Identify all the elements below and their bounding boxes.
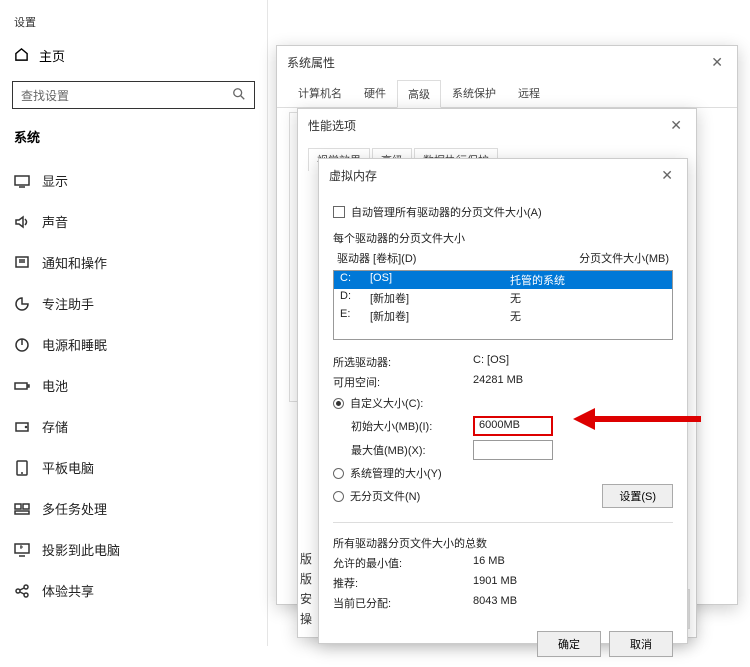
custom-size-radio[interactable]: 自定义大小(C): [333, 392, 673, 414]
radio-icon [333, 398, 344, 409]
checkbox-icon [333, 206, 345, 218]
home-nav[interactable]: 主页 [0, 36, 267, 75]
nav-display[interactable]: 显示 [0, 160, 267, 201]
radio-icon [333, 491, 344, 502]
close-icon[interactable]: ✕ [657, 167, 677, 184]
max-size-label: 最大值(MB)(X): [351, 442, 463, 458]
totals-group: 所有驱动器分页文件大小的总数 允许的最小值:16 MB 推荐:1901 MB 当… [333, 522, 673, 613]
search-input[interactable]: 查找设置 [12, 81, 255, 109]
virtmem-title: 虚拟内存 [329, 167, 377, 184]
sound-icon [14, 214, 30, 230]
tab-advanced[interactable]: 高级 [397, 80, 441, 108]
close-icon[interactable]: ✕ [666, 117, 686, 134]
notifications-icon [14, 255, 30, 271]
nav-tablet[interactable]: 平板电脑 [0, 447, 267, 488]
shared-icon [14, 583, 30, 599]
battery-icon [14, 378, 30, 394]
nav-multitask[interactable]: 多任务处理 [0, 488, 267, 529]
search-icon [232, 87, 246, 104]
nav-power[interactable]: 电源和睡眠 [0, 324, 267, 365]
display-icon [14, 173, 30, 189]
free-space-row: 可用空间: 24281 MB [333, 372, 673, 392]
set-button[interactable]: 设置(S) [602, 484, 673, 508]
nav-storage[interactable]: 存储 [0, 406, 267, 447]
initial-size-label: 初始大小(MB)(I): [351, 418, 463, 434]
clipped-text: 版 [300, 570, 312, 587]
perfopt-title: 性能选项 [308, 117, 356, 134]
radio-icon [333, 468, 344, 479]
max-size-input[interactable] [473, 440, 553, 460]
nav-projecting[interactable]: 投影到此电脑 [0, 529, 267, 570]
system-managed-radio[interactable]: 系统管理的大小(Y) [333, 462, 673, 484]
settings-title: 设置 [0, 8, 267, 36]
search-placeholder: 查找设置 [21, 87, 69, 104]
sysprops-tabs: 计算机名 硬件 高级 系统保护 远程 [277, 79, 737, 108]
cancel-button[interactable]: 取消 [609, 631, 673, 657]
power-icon [14, 337, 30, 353]
category-title: 系统 [0, 123, 267, 160]
drive-row[interactable]: E: [新加卷] 无 [334, 307, 672, 325]
totals-title: 所有驱动器分页文件大小的总数 [333, 529, 673, 553]
drive-list[interactable]: C: [OS] 托管的系统 D: [新加卷] 无 E: [新加卷] 无 [333, 270, 673, 340]
drive-row[interactable]: C: [OS] 托管的系统 [334, 271, 672, 289]
nav-sound[interactable]: 声音 [0, 201, 267, 242]
drive-row[interactable]: D: [新加卷] 无 [334, 289, 672, 307]
multitask-icon [14, 501, 30, 517]
settings-sidebar: 设置 主页 查找设置 系统 显示 声音 通知和操作 专注助手 电源和睡眠 电池 … [0, 0, 268, 646]
tablet-icon [14, 460, 30, 476]
tab-remote[interactable]: 远程 [507, 79, 551, 107]
sysprops-title: 系统属性 [287, 54, 335, 71]
home-icon [14, 47, 29, 65]
nav-focus[interactable]: 专注助手 [0, 283, 267, 324]
focus-icon [14, 296, 30, 312]
no-pagefile-radio[interactable]: 无分页文件(N) [333, 485, 420, 507]
nav-notifications[interactable]: 通知和操作 [0, 242, 267, 283]
tab-computername[interactable]: 计算机名 [287, 79, 353, 107]
clipped-text: 操 [300, 610, 312, 627]
selected-drive-row: 所选驱动器: C: [OS] [333, 352, 673, 372]
initial-size-input[interactable]: 6000MB [473, 416, 553, 436]
tab-systemprotection[interactable]: 系统保护 [441, 79, 507, 107]
clipped-text: 安 [300, 590, 312, 607]
close-icon[interactable]: ✕ [707, 54, 727, 71]
per-drive-label: 每个驱动器的分页文件大小 [333, 224, 673, 248]
home-label: 主页 [39, 46, 65, 65]
projecting-icon [14, 542, 30, 558]
virtual-memory-dialog: 虚拟内存 ✕ 自动管理所有驱动器的分页文件大小(A) 每个驱动器的分页文件大小 … [318, 158, 688, 644]
storage-icon [14, 419, 30, 435]
auto-manage-checkbox[interactable]: 自动管理所有驱动器的分页文件大小(A) [333, 200, 673, 224]
drive-list-header: 驱动器 [卷标](D) 分页文件大小(MB) [333, 248, 673, 268]
ok-button[interactable]: 确定 [537, 631, 601, 657]
nav-battery[interactable]: 电池 [0, 365, 267, 406]
tab-hardware[interactable]: 硬件 [353, 79, 397, 107]
clipped-text: 版 [300, 550, 312, 567]
nav-shared[interactable]: 体验共享 [0, 570, 267, 611]
